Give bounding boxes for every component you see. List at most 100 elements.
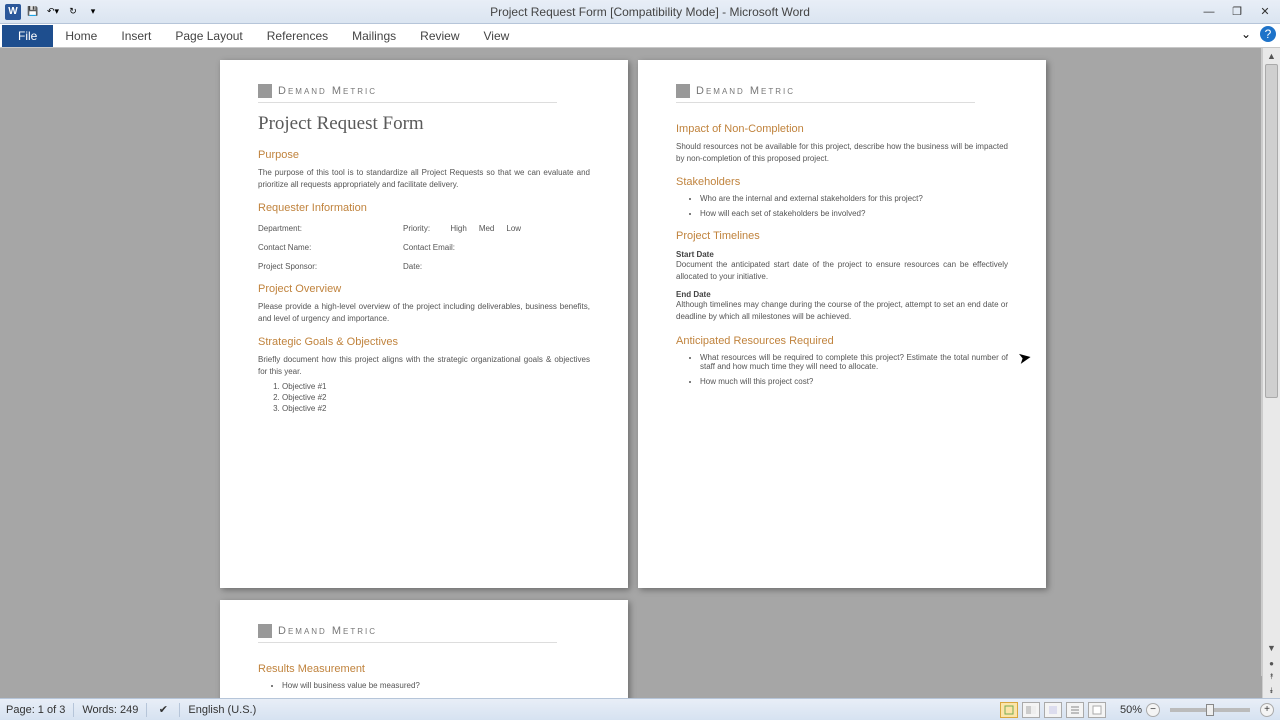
label-department: Department: [258,224,403,233]
qat-customize-icon[interactable]: ▾ [84,3,102,21]
zoom-slider-thumb[interactable] [1206,704,1214,716]
heading-requester-info: Requester Information [258,202,590,214]
tab-references[interactable]: References [255,25,340,47]
brand-text: Demand Metric [696,85,795,97]
resources-q1: What resources will be required to compl… [700,353,1008,371]
scroll-up-icon[interactable]: ▲ [1263,48,1280,64]
brand-logo-icon [258,624,272,638]
stakeholders-list: Who are the internal and external stakeh… [700,194,1008,218]
objective-2: Objective #2 [282,393,590,402]
objectives-list: Objective #1 Objective #2 Objective #2 [282,382,590,413]
brand-header: Demand Metric [258,624,557,643]
start-date-body: Document the anticipated start date of t… [676,259,1008,282]
document-workspace[interactable]: ◧ Demand Metric Project Request Form Pur… [0,48,1262,698]
page-1[interactable]: Demand Metric Project Request Form Purpo… [220,60,628,588]
brand-text: Demand Metric [278,625,377,637]
overview-body: Please provide a high-level overview of … [258,301,590,324]
brand-header: Demand Metric [258,84,557,103]
tab-insert[interactable]: Insert [109,25,163,47]
scroll-down-icon[interactable]: ▼ [1263,640,1280,656]
objective-1: Objective #1 [282,382,590,391]
pages-container: Demand Metric Project Request Form Purpo… [0,48,1262,698]
page-3[interactable]: Demand Metric Results Measurement How wi… [220,600,628,698]
priority-high: High [450,224,466,233]
tab-home[interactable]: Home [53,25,109,47]
zoom-in-button[interactable]: + [1260,703,1274,717]
label-contact-name: Contact Name: [258,243,403,252]
stakeholder-q2: How will each set of stakeholders be inv… [700,209,1008,218]
ribbon-minimize-icon[interactable]: ⌄ [1238,26,1254,42]
heading-impact: Impact of Non-Completion [676,123,1008,135]
heading-timelines: Project Timelines [676,230,1008,242]
status-bar: Page: 1 of 3 Words: 249 ✔ English (U.S.)… [0,698,1280,720]
window-controls: — ❐ ✕ [1198,4,1276,20]
heading-strategic-goals: Strategic Goals & Objectives [258,336,590,348]
minimize-button[interactable]: — [1198,4,1220,20]
purpose-body: The purpose of this tool is to standardi… [258,167,590,190]
doc-title: Project Request Form [258,113,590,135]
vertical-scrollbar[interactable]: ▲ ▼ ● ⯭ ⯯ [1262,48,1280,698]
view-outline-icon[interactable] [1066,702,1084,718]
prev-page-icon[interactable]: ⯭ [1263,670,1280,684]
req-row-dept: Department: Priority: High Med Low [258,224,590,233]
word-app-icon[interactable]: W [4,3,22,21]
priority-low: Low [506,224,521,233]
resources-q2: How much will this project cost? [700,377,1008,386]
resources-list: What resources will be required to compl… [700,353,1008,386]
next-page-icon[interactable]: ⯯ [1263,684,1280,698]
label-start-date: Start Date [676,250,1008,259]
results-q1: How will business value be measured? [282,681,590,690]
redo-icon[interactable]: ↻ [64,3,82,21]
goals-body: Briefly document how this project aligns… [258,354,590,377]
undo-icon[interactable]: ↶▾ [44,3,62,21]
label-sponsor: Project Sponsor: [258,262,403,271]
impact-body: Should resources not be available for th… [676,141,1008,164]
stakeholder-q1: Who are the internal and external stakeh… [700,194,1008,203]
status-language[interactable]: English (U.S.) [188,704,256,716]
brand-logo-icon [258,84,272,98]
brand-logo-icon [676,84,690,98]
view-print-layout-icon[interactable] [1000,702,1018,718]
tab-review[interactable]: Review [408,25,471,47]
tab-view[interactable]: View [472,25,522,47]
heading-stakeholders: Stakeholders [676,176,1008,188]
priority-med: Med [479,224,495,233]
status-words[interactable]: Words: 249 [82,704,138,716]
tab-file[interactable]: File [2,25,53,47]
scroll-thumb[interactable] [1265,64,1278,398]
help-icon[interactable]: ? [1260,26,1276,42]
label-priority: Priority: High Med Low [403,224,590,233]
tab-mailings[interactable]: Mailings [340,25,408,47]
tab-page-layout[interactable]: Page Layout [163,25,254,47]
label-end-date: End Date [676,290,1008,299]
label-date: Date: [403,262,590,271]
brand-header: Demand Metric [676,84,975,103]
browse-object-icon[interactable]: ● [1263,656,1280,670]
req-row-contact: Contact Name: Contact Email: [258,243,590,252]
heading-results: Results Measurement [258,663,590,675]
heading-resources: Anticipated Resources Required [676,335,1008,347]
view-web-layout-icon[interactable] [1044,702,1062,718]
zoom-slider[interactable] [1170,708,1250,712]
view-full-screen-icon[interactable] [1022,702,1040,718]
title-bar: W 💾 ↶▾ ↻ ▾ Project Request Form [Compati… [0,0,1280,24]
status-page[interactable]: Page: 1 of 3 [6,704,65,716]
end-date-body: Although timelines may change during the… [676,299,1008,322]
restore-button[interactable]: ❐ [1226,4,1248,20]
objective-3: Objective #2 [282,404,590,413]
save-icon[interactable]: 💾 [24,3,42,21]
scroll-track[interactable] [1263,64,1280,640]
results-list: How will business value be measured? [282,681,590,690]
req-row-sponsor: Project Sponsor: Date: [258,262,590,271]
close-button[interactable]: ✕ [1254,4,1276,20]
proofing-icon[interactable]: ✔ [155,702,171,718]
ribbon-tabs: File Home Insert Page Layout References … [0,24,1280,48]
label-contact-email: Contact Email: [403,243,590,252]
zoom-out-button[interactable]: − [1146,703,1160,717]
brand-text: Demand Metric [278,85,377,97]
zoom-level[interactable]: 50% [1120,704,1142,716]
page-2[interactable]: Demand Metric Impact of Non-Completion S… [638,60,1046,588]
view-draft-icon[interactable] [1088,702,1106,718]
quick-access-toolbar: W 💾 ↶▾ ↻ ▾ [4,3,102,21]
window-title: Project Request Form [Compatibility Mode… [102,5,1198,19]
